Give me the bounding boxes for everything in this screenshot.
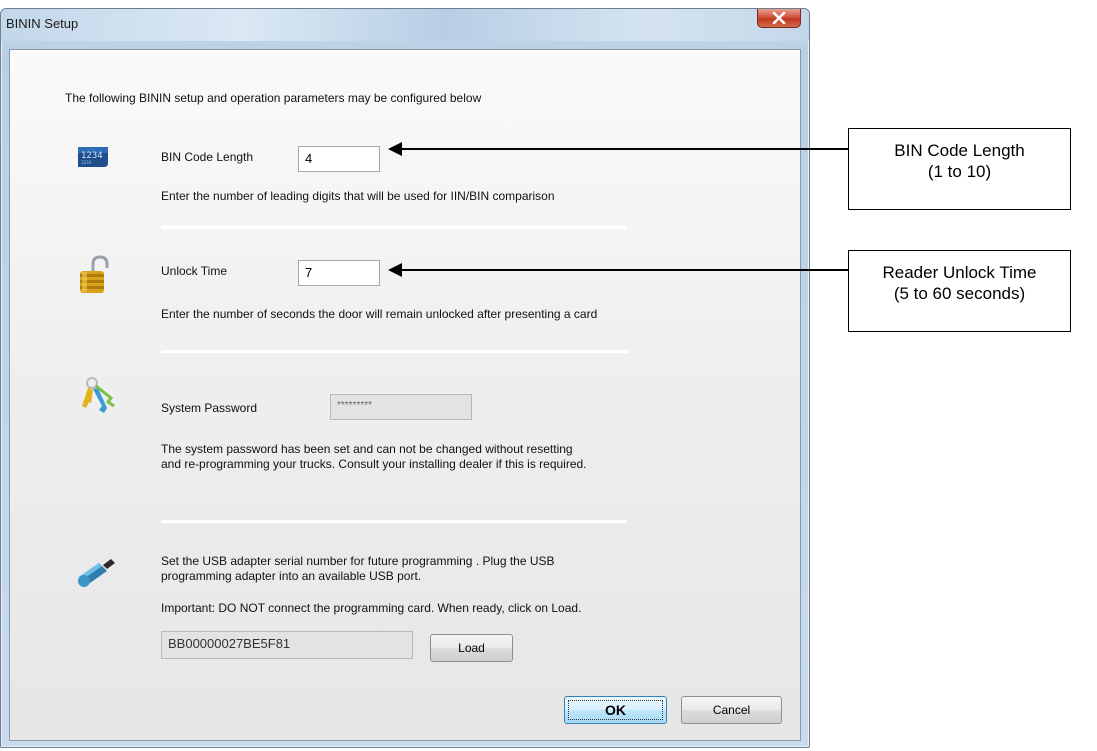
callout-arrow-bin [400, 148, 848, 150]
keys-icon [82, 377, 115, 413]
window-title: BININ Setup [6, 16, 79, 31]
section-divider [161, 520, 627, 523]
close-icon [772, 12, 786, 24]
password-description-line-1: The system password has been set and can… [161, 442, 573, 456]
bin-code-length-input[interactable]: 4 [298, 146, 380, 172]
usb-adapter-icon [78, 559, 115, 587]
section-divider [161, 350, 629, 353]
callout-unlock-title: Reader Unlock Time [882, 263, 1037, 282]
bin-code-length-label: BIN Code Length [161, 150, 254, 164]
usb-instruction-line-1: Set the USB adapter serial number for fu… [161, 554, 555, 568]
unlock-time-input[interactable]: 7 [298, 260, 380, 286]
cancel-button[interactable]: Cancel [681, 696, 782, 724]
ok-button[interactable]: OK [564, 696, 667, 724]
svg-text:1234: 1234 [81, 160, 92, 165]
intro-text: The following BININ setup and operation … [65, 91, 482, 105]
callout-bin-code-length: BIN Code Length (1 to 10) [848, 128, 1071, 210]
callout-bin-range: (1 to 10) [927, 162, 992, 181]
usb-instruction-line-2: programming adapter into an available US… [161, 569, 422, 583]
callout-reader-unlock-time: Reader Unlock Time (5 to 60 seconds) [848, 250, 1071, 332]
callout-arrow-unlock [400, 269, 848, 271]
dialog-window: BININ Setup The following BININ setup an… [0, 8, 810, 748]
focus-rectangle [568, 700, 663, 720]
unlock-time-description: Enter the number of seconds the door wil… [161, 307, 598, 321]
usb-important-note: Important: DO NOT connect the programmin… [161, 601, 582, 615]
dialog-body: The following BININ setup and operation … [9, 49, 801, 741]
callout-unlock-range: (5 to 60 seconds) [893, 284, 1026, 303]
numbers-card-icon: 1234 1234 [78, 147, 108, 167]
padlock-icon [80, 255, 109, 293]
callout-bin-title: BIN Code Length [894, 141, 1025, 160]
bin-code-length-description: Enter the number of leading digits that … [161, 189, 555, 203]
password-description-line-2: and re-programming your trucks. Consult … [161, 457, 587, 471]
load-button[interactable]: Load [430, 634, 513, 662]
section-divider [161, 226, 627, 229]
close-button[interactable] [757, 9, 801, 28]
system-password-label: System Password [161, 401, 258, 415]
system-password-field: ********* [330, 394, 472, 420]
title-bar[interactable]: BININ Setup [1, 9, 809, 41]
usb-serial-field: BB00000027BE5F81 [161, 631, 413, 659]
unlock-time-label: Unlock Time [161, 264, 228, 278]
